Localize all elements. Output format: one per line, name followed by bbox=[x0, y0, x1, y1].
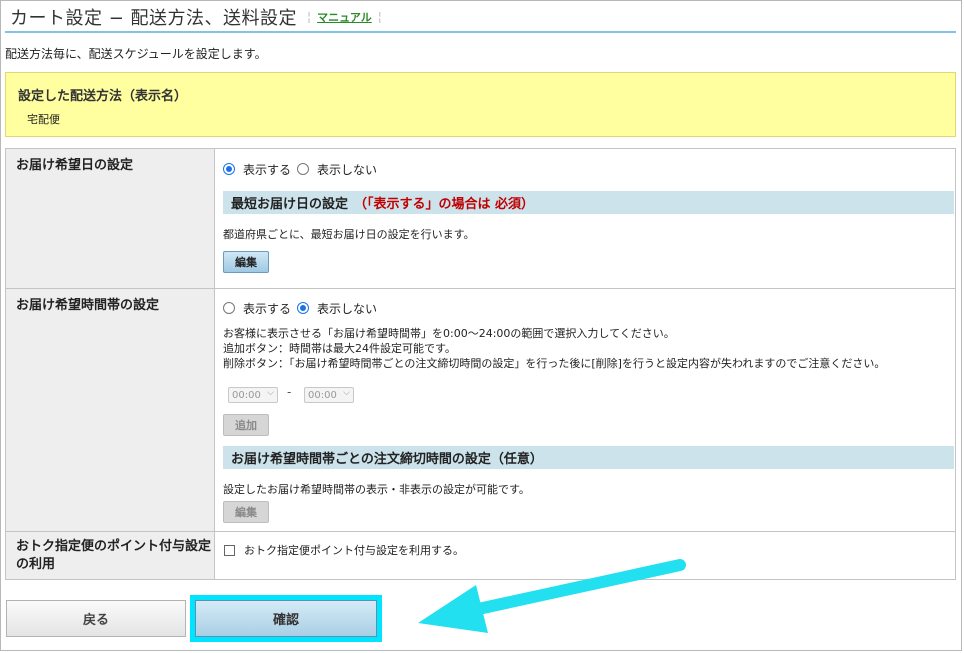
chevron-down-icon: ⌵ bbox=[267, 388, 274, 398]
shipping-method-panel: 設定した配送方法（表示名） 宅配便 bbox=[5, 72, 956, 137]
time-from-select[interactable]: 00:00 ⌵ bbox=[228, 387, 278, 403]
cutoff-edit-button[interactable]: 編集 bbox=[223, 501, 269, 523]
page-description: 配送方法毎に、配送スケジュールを設定します。 bbox=[5, 47, 267, 61]
time-to-value: 00:00 bbox=[308, 389, 337, 401]
delivery-date-hide-radio[interactable] bbox=[297, 163, 310, 175]
header-divider: ¦ bbox=[307, 10, 312, 24]
delivery-time-show-radio[interactable] bbox=[223, 302, 235, 314]
delivery-time-cell: 表示する 表示しない お客様に表示させる「お届け希望時間帯」を0:00〜24:0… bbox=[214, 288, 958, 532]
delivery-time-hide-radio[interactable] bbox=[297, 302, 310, 314]
time-range-separator: - bbox=[287, 385, 292, 399]
delivery-time-note: 追加ボタン：時間帯は最大24件設定可能です。 bbox=[223, 342, 456, 355]
back-button[interactable]: 戻る bbox=[6, 600, 186, 637]
points-checkbox[interactable] bbox=[224, 544, 235, 556]
delivery-date-hide-label[interactable]: 表示しない bbox=[317, 161, 377, 178]
cutoff-subheader: お届け希望時間帯ごとの注文締切時間の設定（任意） bbox=[223, 446, 954, 469]
page-title: カート設定 − 配送方法、送料設定 bbox=[10, 8, 298, 29]
points-label: おトク指定便のポイント付与設定の利用 bbox=[5, 531, 215, 580]
delivery-time-hide-label[interactable]: 表示しない bbox=[317, 300, 377, 317]
settings-table: お届け希望日の設定 表示する 表示しない 最短お届け日の設定 （「表示する」の場… bbox=[5, 148, 956, 580]
delivery-date-show-label[interactable]: 表示する bbox=[243, 161, 291, 178]
add-time-button[interactable]: 追加 bbox=[223, 414, 269, 436]
delivery-time-show-label[interactable]: 表示する bbox=[243, 300, 291, 317]
earliest-delivery-edit-button[interactable]: 編集 bbox=[223, 251, 269, 273]
required-note: （「表示する」の場合は 必須） bbox=[354, 197, 535, 212]
shipping-method-label: 設定した配送方法（表示名） bbox=[18, 89, 188, 104]
manual-link[interactable]: マニュアル bbox=[317, 9, 372, 25]
time-to-select[interactable]: 00:00 ⌵ bbox=[304, 387, 354, 403]
delivery-date-cell: 表示する 表示しない 最短お届け日の設定 （「表示する」の場合は 必須） 都道府… bbox=[214, 148, 956, 289]
shipping-method-value: 宅配便 bbox=[27, 113, 60, 126]
cutoff-title: お届け希望時間帯ごとの注文締切時間の設定（任意） bbox=[231, 452, 543, 467]
earliest-delivery-desc: 都道府県ごとに、最短お届け日の設定を行います。 bbox=[223, 228, 475, 241]
delivery-time-notes: お客様に表示させる「お届け希望時間帯」を0:00〜24:00の範囲で選択入力して… bbox=[223, 326, 958, 371]
pointer-arrow-icon bbox=[418, 559, 686, 633]
cutoff-desc: 設定したお届け希望時間帯の表示・非表示の設定が可能です。 bbox=[223, 483, 530, 496]
time-from-value: 00:00 bbox=[232, 389, 261, 401]
header-divider-end: ¦ bbox=[377, 10, 382, 24]
delivery-time-note: 削除ボタン：「お届け希望時間帯ごとの注文締切時間の設定」を行った後に[削除]を行… bbox=[223, 357, 886, 370]
delivery-time-note: お客様に表示させる「お届け希望時間帯」を0:00〜24:00の範囲で選択入力して… bbox=[223, 327, 675, 340]
delivery-time-label: お届け希望時間帯の設定 bbox=[5, 288, 215, 532]
confirm-button[interactable]: 確認 bbox=[195, 600, 377, 637]
chevron-down-icon: ⌵ bbox=[343, 388, 350, 398]
delivery-date-show-radio[interactable] bbox=[223, 163, 235, 175]
delivery-date-label: お届け希望日の設定 bbox=[5, 148, 215, 289]
earliest-delivery-subheader: 最短お届け日の設定 （「表示する」の場合は 必須） bbox=[223, 191, 954, 214]
page-header: カート設定 − 配送方法、送料設定 ¦ マニュアル ¦ bbox=[5, 3, 956, 33]
confirm-highlight: 確認 bbox=[190, 595, 382, 642]
earliest-delivery-title: 最短お届け日の設定 bbox=[231, 197, 349, 212]
